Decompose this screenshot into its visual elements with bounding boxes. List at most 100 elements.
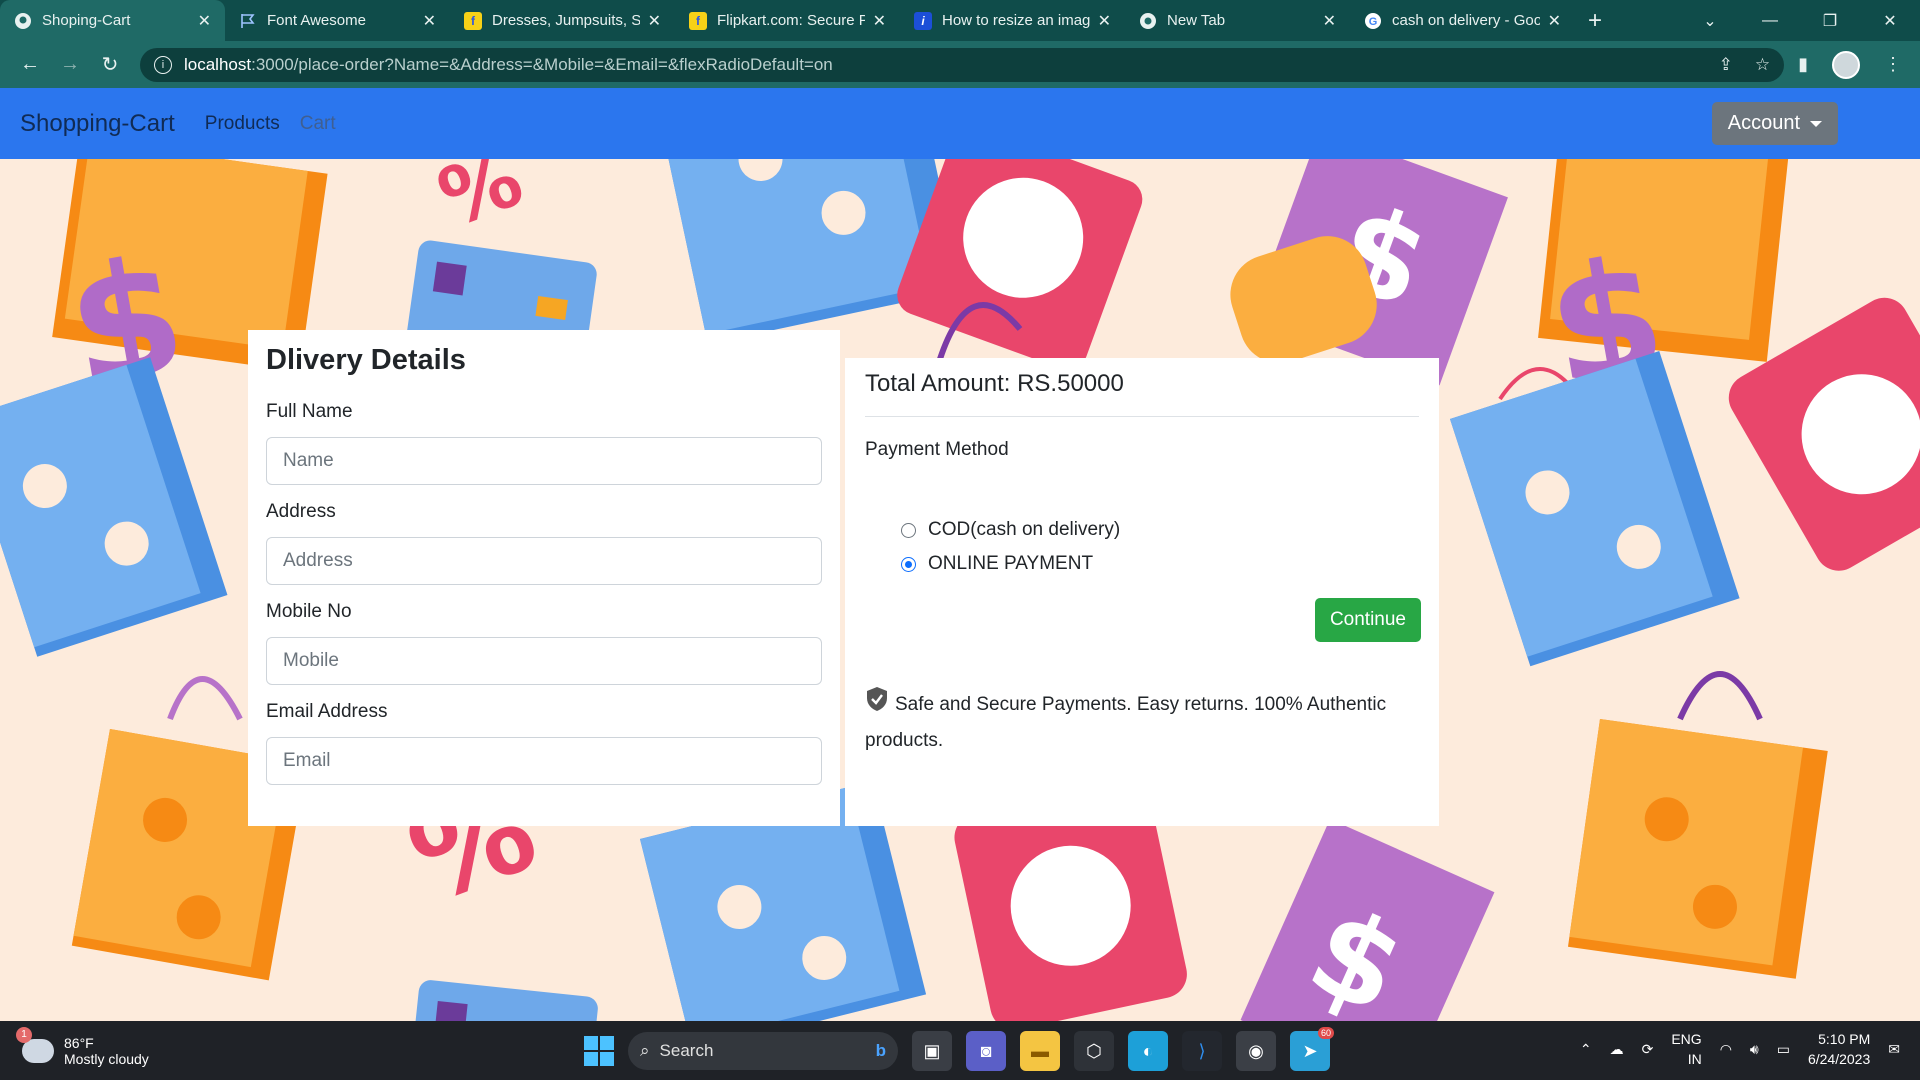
new-tab-button[interactable]: + — [1575, 0, 1615, 41]
windows-start-icon[interactable] — [584, 1036, 614, 1066]
chrome-icon[interactable]: ◉ — [1236, 1031, 1276, 1071]
tab-search-icon[interactable]: ⌄ — [1680, 11, 1740, 31]
network-error-icon[interactable]: ☁ — [1610, 1041, 1624, 1058]
online-payment-radio[interactable] — [901, 556, 916, 572]
browser-tab[interactable]: New Tab ✕ — [1125, 0, 1350, 41]
continue-button[interactable]: Continue — [1314, 598, 1421, 642]
browser-tab[interactable]: i How to resize an imag ✕ — [900, 0, 1125, 41]
back-icon[interactable]: ← — [10, 53, 50, 76]
app-icon[interactable]: ⬡ — [1074, 1031, 1114, 1071]
url-path: :3000/place-order?Name=&Address=&Mobile=… — [251, 54, 833, 74]
url-input[interactable]: i localhost:3000/place-order?Name=&Addre… — [140, 47, 1785, 82]
battery-icon[interactable]: ▭ — [1777, 1041, 1790, 1058]
file-explorer-icon[interactable]: ▬ — [1020, 1031, 1060, 1071]
tab-title: How to resize an imag — [942, 12, 1090, 29]
taskbar-search[interactable]: ⌕ Search b — [628, 1032, 898, 1070]
tab-title: Font Awesome — [267, 12, 366, 29]
secure-text: Safe and Secure Payments. Easy returns. … — [865, 694, 1387, 751]
nav-link-cart[interactable]: Cart — [300, 113, 336, 135]
payment-option-online[interactable]: ONLINE PAYMENT — [901, 553, 1419, 575]
email-input[interactable] — [266, 737, 822, 785]
wifi-icon[interactable]: ◠ — [1720, 1041, 1732, 1058]
chevron-up-icon[interactable]: ⌃ — [1580, 1041, 1592, 1058]
cod-radio[interactable] — [901, 522, 916, 538]
volume-icon[interactable]: 🔊︎ — [1750, 1041, 1759, 1058]
side-panel-icon[interactable]: ▮ — [1798, 54, 1808, 75]
clock[interactable]: 5:10 PM 6/24/2023 — [1808, 1029, 1870, 1069]
browser-tab[interactable]: Font Awesome ✕ — [225, 0, 450, 41]
nav-link-products[interactable]: Products — [205, 113, 280, 135]
google-icon: G — [1364, 12, 1382, 30]
close-icon[interactable]: ✕ — [1548, 11, 1561, 31]
browser-tab[interactable]: G cash on delivery - Goo ✕ — [1350, 0, 1575, 41]
payment-option-cod[interactable]: COD(cash on delivery) — [901, 519, 1419, 541]
share-icon[interactable]: ⇪ — [1719, 55, 1733, 75]
task-view-icon[interactable]: ▣ — [912, 1031, 952, 1071]
system-tray: ⌃ ☁ ⟳ ENG IN ◠ 🔊︎ ▭ 5:10 PM 6/24/2023 ✉ — [1580, 1029, 1900, 1069]
browser-tab[interactable]: Shoping-Cart ✕ — [0, 0, 225, 41]
cloud-icon: 1 — [16, 1026, 54, 1063]
tab-title: Flipkart.com: Secure P — [717, 12, 865, 29]
window-controls: ⌄ — ❐ ✕ — [1680, 0, 1920, 41]
notification-icon[interactable]: ✉ — [1888, 1041, 1900, 1058]
flipkart-icon: f — [464, 11, 482, 30]
taskbar-apps: ⌕ Search b ▣ ◙ ▬ ⬡ ◐ ⟩ ◉ ➤ 60 — [584, 1027, 1334, 1071]
flipkart-icon: f — [689, 11, 707, 30]
clock-time: 5:10 PM — [1818, 1031, 1871, 1047]
site-navbar: Shopping-Cart Products Cart Account — [0, 88, 1920, 159]
cod-label: COD(cash on delivery) — [928, 519, 1121, 540]
shield-check-icon — [865, 686, 889, 724]
notification-badge: 1 — [16, 1026, 32, 1043]
name-input[interactable] — [266, 437, 822, 485]
address-bar-row: ← → ↻ i localhost:3000/place-order?Name=… — [0, 41, 1920, 88]
browser-tab[interactable]: f Dresses, Jumpsuits, Sk ✕ — [450, 0, 675, 41]
address-label: Address — [266, 501, 336, 522]
total-amount: Total Amount: RS.50000 — [865, 370, 1419, 417]
account-label: Account — [1727, 112, 1800, 134]
close-window-icon[interactable]: ✕ — [1860, 11, 1920, 31]
url-host: localhost — [184, 54, 252, 74]
payment-method-label: Payment Method — [865, 439, 1009, 460]
language-indicator[interactable]: ENG IN — [1671, 1029, 1701, 1069]
close-icon[interactable]: ✕ — [873, 11, 886, 31]
weather-widget[interactable]: 1 86°F Mostly cloudy — [16, 1026, 149, 1067]
minimize-icon[interactable]: — — [1740, 12, 1800, 30]
reload-icon[interactable]: ↻ — [90, 52, 130, 77]
close-icon[interactable]: ✕ — [1098, 11, 1111, 31]
sync-icon[interactable]: ⟳ — [1642, 1041, 1654, 1058]
close-icon[interactable]: ✕ — [1323, 11, 1336, 31]
close-icon[interactable]: ✕ — [648, 11, 661, 31]
tab-title: cash on delivery - Goo — [1392, 12, 1540, 29]
github-icon — [14, 12, 32, 30]
vscode-icon[interactable]: ⟩ — [1182, 1031, 1222, 1071]
telegram-icon[interactable]: ➤ 60 — [1290, 1027, 1334, 1071]
browser-tab[interactable]: f Flipkart.com: Secure P ✕ — [675, 0, 900, 41]
menu-dots-icon[interactable]: ⋮ — [1884, 54, 1902, 75]
brand-link[interactable]: Shopping-Cart — [20, 110, 175, 138]
close-icon[interactable]: ✕ — [423, 11, 436, 31]
mobile-input[interactable] — [266, 637, 822, 685]
close-icon[interactable]: ✕ — [198, 11, 211, 31]
profile-avatar[interactable] — [1832, 50, 1860, 79]
browser-tab-strip: Shoping-Cart ✕ Font Awesome ✕ f Dresses,… — [0, 0, 1920, 41]
address-input[interactable] — [266, 537, 822, 585]
clock-date: 6/24/2023 — [1807, 1051, 1871, 1067]
site-info-icon[interactable]: i — [154, 55, 172, 74]
forward-icon[interactable]: → — [50, 53, 90, 76]
bookmark-star-icon[interactable]: ☆ — [1755, 55, 1770, 75]
chrome-icon — [1139, 12, 1157, 30]
edge-icon[interactable]: ◐ — [1128, 1031, 1168, 1071]
tab-title: Shoping-Cart — [42, 12, 131, 29]
weather-temperature: 86°F — [64, 1034, 94, 1051]
mobile-label: Mobile No — [266, 601, 352, 622]
secure-payment-note: Safe and Secure Payments. Easy returns. … — [865, 686, 1421, 758]
info-icon: i — [914, 11, 932, 30]
bing-icon: b — [875, 1041, 886, 1060]
restore-icon[interactable]: ❐ — [1800, 11, 1860, 31]
tab-title: New Tab — [1167, 12, 1226, 29]
online-payment-label: ONLINE PAYMENT — [928, 553, 1094, 574]
telegram-badge: 60 — [1317, 1027, 1334, 1039]
account-dropdown-button[interactable]: Account — [1711, 102, 1838, 145]
svg-text:G: G — [1369, 16, 1378, 28]
teams-chat-icon[interactable]: ◙ — [966, 1031, 1006, 1071]
